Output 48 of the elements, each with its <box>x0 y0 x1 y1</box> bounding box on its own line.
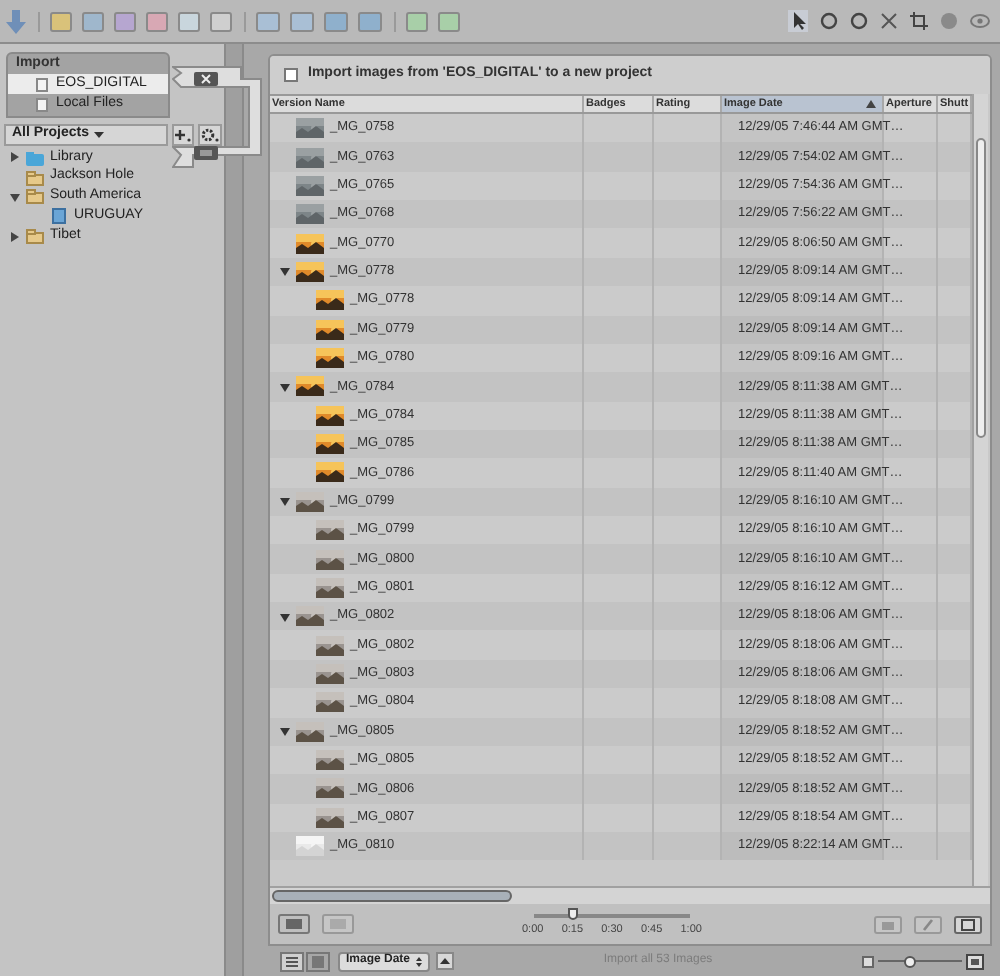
tile-icon[interactable] <box>210 11 232 31</box>
small-thumbnail-icon <box>862 955 875 967</box>
tile-icon[interactable] <box>438 11 460 31</box>
cross-icon[interactable] <box>880 12 898 30</box>
disclosure-triangle-icon[interactable] <box>10 191 20 202</box>
folder-icon <box>26 169 44 186</box>
add-button[interactable] <box>172 124 194 146</box>
eye-icon[interactable] <box>970 14 990 28</box>
updown-icon <box>416 955 422 967</box>
album-icon <box>50 208 68 225</box>
settings-button[interactable] <box>198 124 222 146</box>
horizontal-scrollbar[interactable] <box>270 886 990 904</box>
close-icon[interactable] <box>194 72 218 86</box>
disclosure-triangle-icon[interactable] <box>280 726 290 737</box>
tile-icon[interactable] <box>406 11 428 31</box>
caret-icon <box>93 132 104 138</box>
folder-icon <box>26 149 44 166</box>
disclosure-triangle-icon[interactable] <box>280 496 290 507</box>
disclosure-triangle-icon[interactable] <box>10 231 20 242</box>
list-view-icon[interactable] <box>280 951 304 971</box>
tile-icon[interactable] <box>50 11 72 31</box>
tile-icon[interactable] <box>358 11 382 31</box>
disclosure-triangle-icon[interactable] <box>280 611 290 622</box>
blob-icon[interactable] <box>940 12 958 30</box>
tile-icon[interactable] <box>290 11 314 31</box>
vertical-scrollbar[interactable] <box>972 94 988 886</box>
folder-icon <box>26 188 44 205</box>
tile-icon[interactable] <box>82 11 104 31</box>
tile-icon[interactable] <box>114 11 136 31</box>
large-thumbnail-icon <box>966 953 985 969</box>
sort-arrow-icon <box>866 100 876 108</box>
folder-icon <box>26 228 44 245</box>
disclosure-triangle-icon[interactable] <box>10 152 20 163</box>
crop-icon[interactable] <box>910 12 928 30</box>
slider-thumb[interactable] <box>568 908 578 921</box>
tile-icon[interactable] <box>256 11 280 31</box>
checkbox[interactable] <box>284 68 298 82</box>
scroll-thumb[interactable] <box>976 138 986 438</box>
slider-thumb[interactable] <box>903 955 916 967</box>
tile-icon[interactable] <box>324 11 348 31</box>
tile-icon[interactable] <box>146 11 168 31</box>
tile-icon[interactable] <box>178 11 200 31</box>
size-slider[interactable] <box>878 955 963 967</box>
disclosure-triangle-icon[interactable] <box>280 266 290 277</box>
disclosure-triangle-icon[interactable] <box>280 381 290 392</box>
sort-order-icon[interactable] <box>436 952 454 970</box>
scroll-thumb[interactable] <box>272 890 512 902</box>
pointer-icon[interactable] <box>788 10 808 32</box>
